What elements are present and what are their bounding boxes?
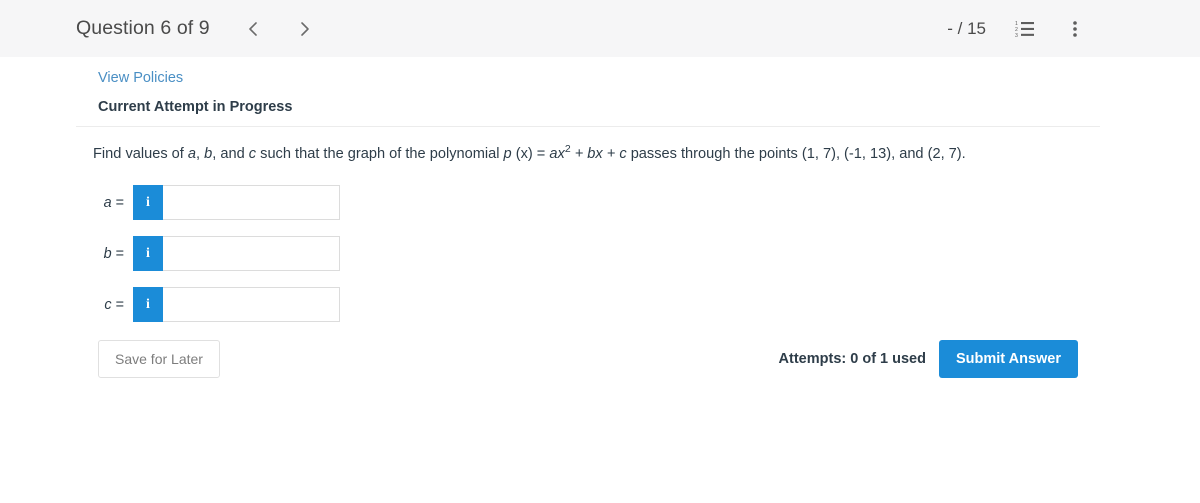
answer-input-c[interactable] xyxy=(163,287,340,323)
page-title: Question 6 of 9 xyxy=(76,17,210,39)
question-text-part4: passes through the points (1, 7), (-1, 1… xyxy=(626,146,966,162)
answer-row-a: a = i xyxy=(93,185,1078,221)
answer-label-a-variable: a xyxy=(103,194,112,211)
answer-input-group-a: i xyxy=(133,185,340,221)
footer-right-group: Attempts: 0 of 1 used Submit Answer xyxy=(779,340,1078,378)
info-icon: i xyxy=(146,245,150,261)
answer-label-b: b = xyxy=(93,246,133,262)
answer-fields-group: a = i b = i c = i xyxy=(93,185,1078,323)
question-navigation xyxy=(242,18,316,40)
answer-input-a[interactable] xyxy=(163,185,340,221)
score-display: - / 15 xyxy=(947,18,986,38)
attempt-status-text: Current Attempt in Progress xyxy=(98,98,293,115)
card-footer: Save for Later Attempts: 0 of 1 used Sub… xyxy=(76,320,1100,398)
answer-label-c-variable: c xyxy=(104,296,112,313)
view-policies-link[interactable]: View Policies xyxy=(98,69,183,88)
info-icon-button-c[interactable]: i xyxy=(133,287,163,323)
question-text-part3: such that the graph of the polynomial xyxy=(256,146,504,162)
question-text-part2: , and xyxy=(212,146,249,162)
card-body: Find values of a, b , and c such that the… xyxy=(76,127,1100,323)
variable-a: a xyxy=(187,146,197,162)
question-comma1: , xyxy=(196,146,205,162)
info-icon: i xyxy=(146,296,150,312)
previous-question-button[interactable] xyxy=(242,18,264,40)
question-list-button[interactable]: 1 2 3 xyxy=(1014,17,1036,41)
svg-text:3: 3 xyxy=(1015,32,1018,37)
answer-label-a-equals: = xyxy=(111,194,124,211)
next-question-button[interactable] xyxy=(294,18,316,40)
variable-c: c xyxy=(248,146,257,162)
answer-input-b[interactable] xyxy=(163,236,340,272)
chevron-left-icon xyxy=(246,19,260,39)
submit-answer-button[interactable]: Submit Answer xyxy=(938,340,1078,378)
info-icon-button-a[interactable]: i xyxy=(133,185,163,221)
question-page: Question 6 of 9 - / 15 1 2 3 View Polici… xyxy=(0,0,1200,503)
chevron-right-icon xyxy=(298,19,312,39)
answer-input-group-c: i xyxy=(133,287,340,323)
info-icon-button-b[interactable]: i xyxy=(133,236,163,272)
card-header: View Policies Current Attempt in Progres… xyxy=(76,57,1100,127)
polynomial-p: p xyxy=(503,146,512,162)
answer-label-c: c = xyxy=(93,297,133,313)
answer-label-b-variable: b xyxy=(103,245,112,262)
question-card: View Policies Current Attempt in Progres… xyxy=(76,57,1100,398)
more-vertical-icon xyxy=(1072,19,1078,39)
answer-label-b-equals: = xyxy=(111,245,124,262)
answer-label-c-equals: = xyxy=(111,296,124,313)
info-icon: i xyxy=(146,194,150,210)
polynomial-ax-term: ax xyxy=(549,146,565,162)
header-right-group: - / 15 1 2 3 xyxy=(947,0,1086,57)
more-options-button[interactable] xyxy=(1064,17,1086,41)
header-left-group: Question 6 of 9 xyxy=(76,0,316,57)
ordered-list-icon: 1 2 3 xyxy=(1015,20,1035,38)
question-text-part1: Find values of xyxy=(93,146,188,162)
top-header-bar: Question 6 of 9 - / 15 1 2 3 xyxy=(0,0,1200,57)
answer-input-group-b: i xyxy=(133,236,340,272)
polynomial-equals: = xyxy=(532,146,550,162)
answer-row-c: c = i xyxy=(93,287,1078,323)
question-prompt: Find values of a, b, and c such that the… xyxy=(93,144,1078,165)
polynomial-bx-term: + bx xyxy=(570,146,603,162)
polynomial-arg: (x) xyxy=(511,146,533,162)
answer-row-b: b = i xyxy=(93,236,1078,272)
answer-label-a: a = xyxy=(93,195,133,211)
attempts-counter: Attempts: 0 of 1 used xyxy=(778,351,926,367)
polynomial-c-term: + c xyxy=(602,146,627,162)
save-for-later-button[interactable]: Save for Later xyxy=(98,340,220,378)
